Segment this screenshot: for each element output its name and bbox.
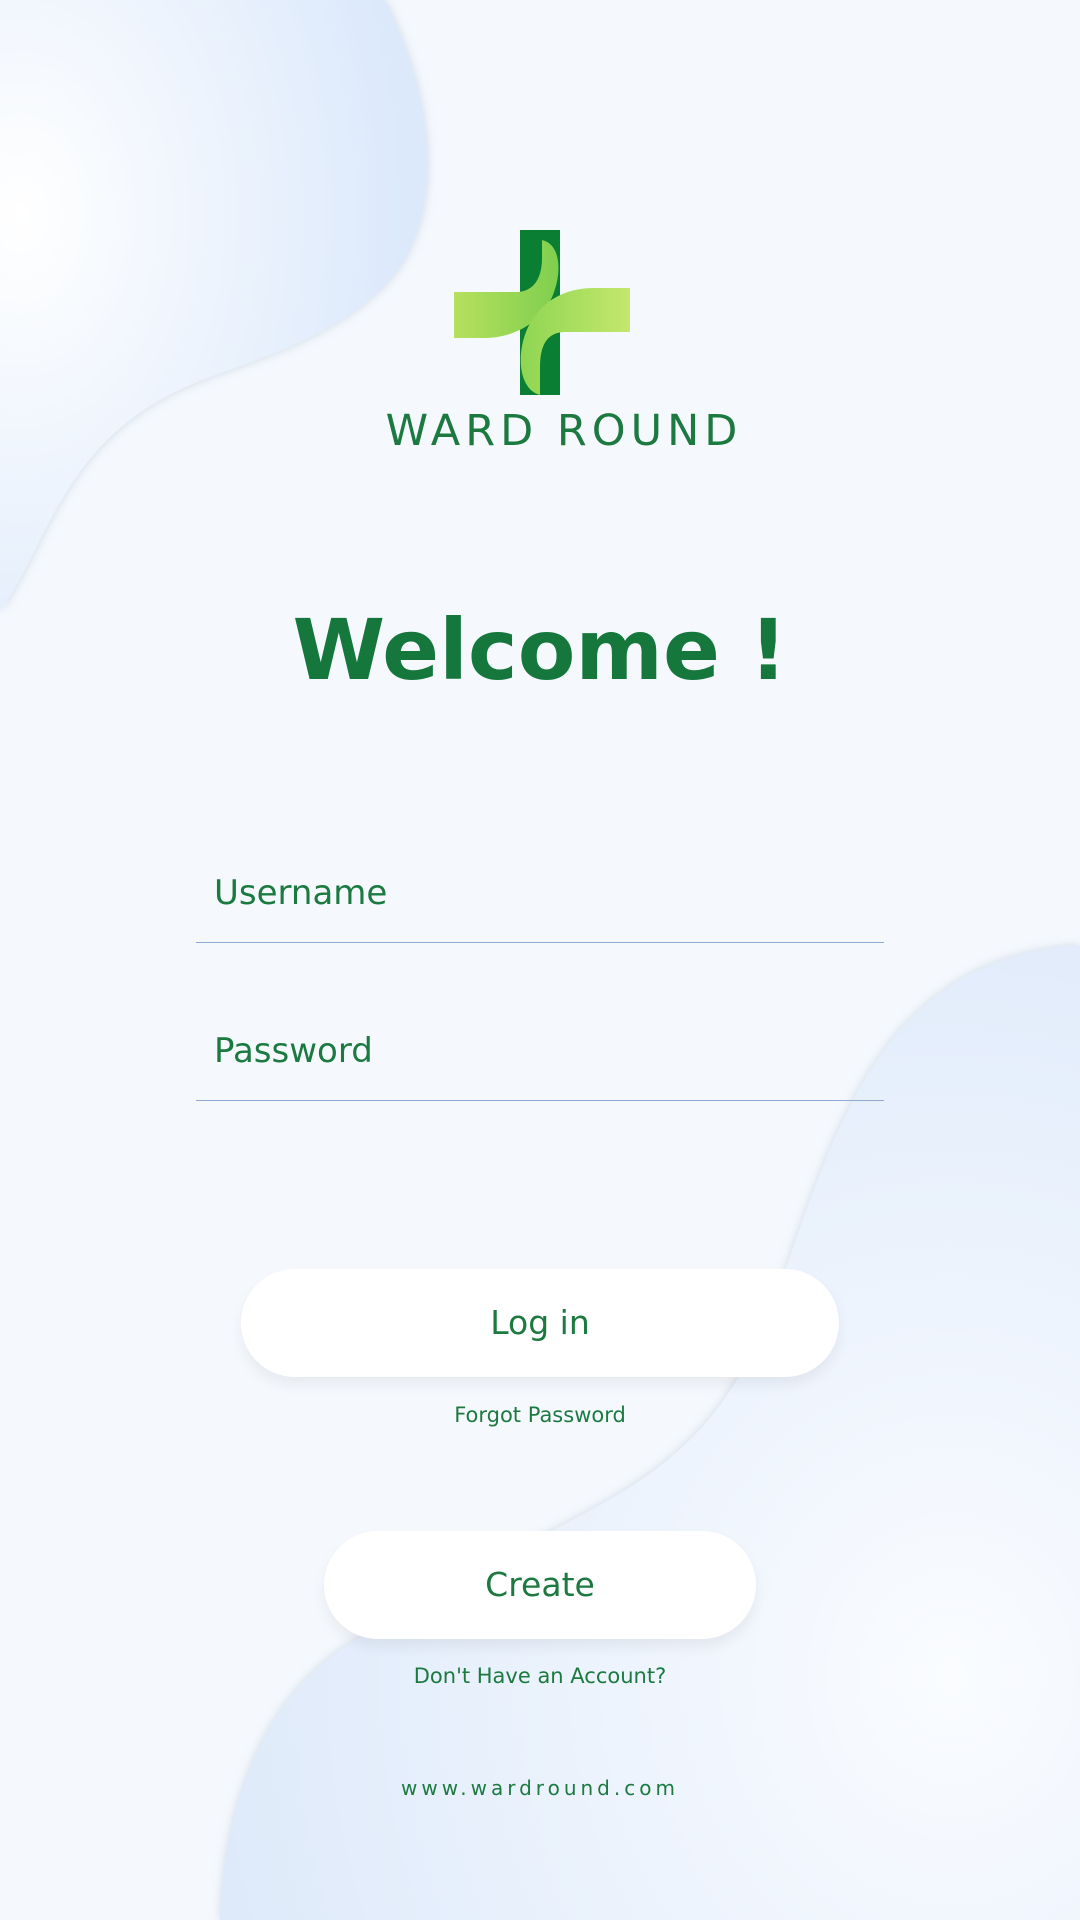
brand-wordmark: WARD ROUND <box>385 406 743 456</box>
medical-cross-icon <box>454 230 630 395</box>
create-account-button[interactable]: Create <box>324 1531 756 1639</box>
brand-logo: WARD ROUND <box>378 230 750 456</box>
username-field <box>196 850 884 943</box>
password-input[interactable] <box>214 1018 864 1084</box>
username-input[interactable] <box>214 860 864 926</box>
welcome-heading: Welcome ! <box>292 601 788 699</box>
no-account-link[interactable]: Don't Have an Account? <box>0 1664 1080 1688</box>
forgot-password-link[interactable]: Forgot Password <box>0 1403 1080 1427</box>
login-button[interactable]: Log in <box>241 1269 839 1377</box>
password-field <box>196 1008 884 1101</box>
top-left-blob <box>0 0 428 612</box>
website-url: www.wardround.com <box>401 1776 679 1800</box>
